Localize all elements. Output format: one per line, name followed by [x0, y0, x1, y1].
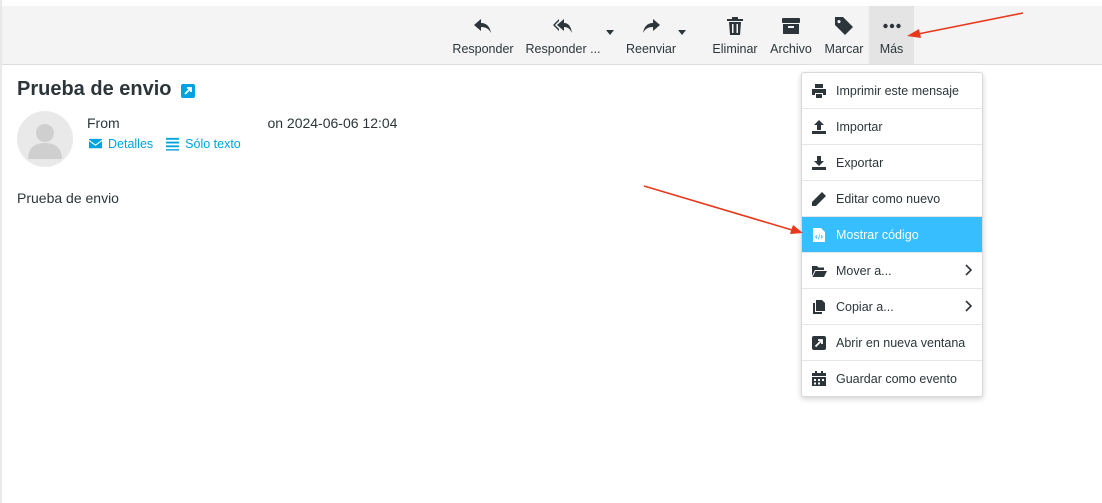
download-icon — [812, 155, 826, 170]
reply-all-icon — [553, 19, 572, 33]
menu-item-label: Mover a... — [836, 263, 892, 278]
more-dots-icon — [882, 23, 901, 29]
menu-item-save-as-event[interactable]: Guardar como evento — [802, 361, 982, 396]
message-date: on 2024-06-06 12:04 — [267, 115, 398, 131]
reply-all-button[interactable]: Responder ... — [521, 6, 605, 64]
menu-item-export[interactable]: Exportar — [802, 145, 982, 181]
trash-icon — [727, 17, 743, 35]
tag-icon — [835, 17, 853, 35]
message-toolbar: Responder Responder ... Reenviar Elimina… — [2, 6, 1102, 65]
lines-icon — [166, 137, 180, 151]
from-line: From on 2024-06-06 12:04 — [87, 115, 397, 131]
forward-icon — [643, 19, 660, 33]
plaintext-link-label: Sólo texto — [185, 136, 241, 151]
folder-open-icon — [812, 265, 827, 277]
menu-item-move-to[interactable]: Mover a... — [802, 253, 982, 289]
forward-dropdown-caret[interactable] — [678, 30, 686, 35]
menu-item-label: Exportar — [836, 155, 884, 170]
menu-item-copy-to[interactable]: Copiar a... — [802, 289, 982, 325]
from-label: From — [87, 115, 120, 131]
details-link[interactable]: Detalles — [88, 136, 153, 151]
archive-button[interactable]: Archivo — [766, 6, 816, 64]
archive-label: Archivo — [770, 42, 812, 56]
menu-item-print[interactable]: Imprimir este mensaje — [802, 73, 982, 109]
annotation-arrow-show-source — [643, 185, 803, 234]
details-link-label: Detalles — [108, 136, 154, 151]
menu-item-label: Editar como nuevo — [836, 191, 941, 206]
mark-button[interactable]: Marcar — [819, 6, 869, 64]
forward-button[interactable]: Reenviar — [620, 6, 682, 64]
external-window-icon — [812, 335, 826, 350]
forward-label: Reenviar — [625, 42, 677, 56]
chevron-right-icon — [965, 264, 972, 276]
menu-item-edit-as-new[interactable]: Editar como nuevo — [802, 181, 982, 217]
menu-item-label: Importar — [836, 119, 883, 134]
upload-icon — [812, 119, 826, 134]
archive-box-icon — [782, 18, 800, 34]
delete-label: Eliminar — [712, 42, 758, 56]
delete-button[interactable]: Eliminar — [707, 6, 763, 64]
menu-item-open-new-window[interactable]: Abrir en nueva ventana — [802, 325, 982, 361]
subject-text: Prueba de envio — [17, 78, 172, 100]
menu-item-label: Mostrar código — [836, 227, 919, 242]
menu-item-label: Guardar como evento — [836, 371, 957, 386]
message-body: Prueba de envio — [17, 190, 119, 206]
code-file-icon — [813, 227, 825, 242]
person-silhouette-icon — [28, 124, 62, 159]
printer-icon — [812, 83, 826, 98]
copy-icon — [813, 299, 825, 314]
left-edge-strip — [0, 0, 2, 503]
menu-item-label: Copiar a... — [836, 299, 894, 314]
sender-avatar — [17, 111, 73, 167]
calendar-icon — [812, 370, 826, 386]
mark-label: Marcar — [824, 42, 864, 56]
more-button[interactable]: Más — [869, 6, 914, 64]
message-subject: Prueba de envio — [17, 78, 195, 101]
reply-all-label: Responder ... — [525, 42, 601, 56]
reply-all-dropdown-caret[interactable] — [606, 30, 614, 35]
menu-item-label: Abrir en nueva ventana — [836, 335, 966, 350]
reply-label: Responder — [452, 42, 514, 56]
header-links: Detalles Sólo texto — [88, 136, 241, 151]
more-actions-menu: Imprimir este mensaje Importar Exportar … — [801, 72, 983, 397]
reply-icon — [474, 19, 491, 33]
pencil-icon — [812, 191, 826, 206]
menu-item-label: Imprimir este mensaje — [836, 83, 959, 98]
open-external-icon[interactable] — [180, 83, 195, 98]
menu-item-show-source[interactable]: Mostrar código — [802, 217, 982, 253]
chevron-right-icon — [965, 300, 972, 312]
plaintext-link[interactable]: Sólo texto — [165, 136, 241, 151]
menu-item-import[interactable]: Importar — [802, 109, 982, 145]
more-label: Más — [879, 42, 904, 56]
reply-button[interactable]: Responder — [449, 6, 517, 64]
envelope-icon — [88, 138, 103, 149]
